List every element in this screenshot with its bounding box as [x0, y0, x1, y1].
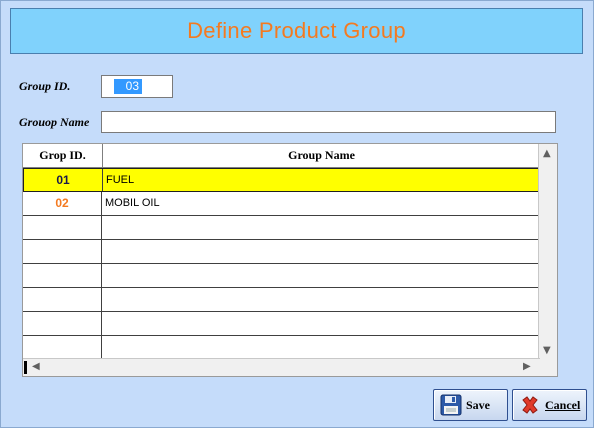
save-button[interactable]: Save: [433, 389, 508, 421]
red-x-icon: [522, 396, 538, 414]
table-row[interactable]: [23, 216, 540, 240]
cell-group-id[interactable]: [23, 264, 102, 287]
column-header-group-id[interactable]: Grop ID.: [23, 144, 103, 167]
scroll-right-icon[interactable]: ▶: [523, 362, 531, 372]
cell-group-name[interactable]: [103, 288, 540, 311]
cancel-button-label: Cancel: [545, 398, 581, 412]
scroll-left-icon[interactable]: ◀: [32, 362, 40, 372]
cell-group-name[interactable]: [103, 336, 540, 359]
title-banner: Define Product Group: [10, 8, 583, 54]
cell-group-name[interactable]: MOBIL OIL: [103, 192, 540, 215]
column-header-group-name[interactable]: Group Name: [103, 144, 540, 167]
cell-group-name[interactable]: [103, 240, 540, 263]
cell-group-id[interactable]: [23, 240, 102, 263]
save-button-label: Save: [466, 398, 490, 412]
table-row[interactable]: [23, 264, 540, 288]
scroll-down-icon[interactable]: ▼: [543, 346, 551, 356]
table-row[interactable]: [23, 336, 540, 360]
group-id-field[interactable]: 03: [101, 75, 173, 98]
horizontal-scrollbar[interactable]: ◀ ▶: [23, 358, 540, 376]
table-row[interactable]: 01 FUEL: [23, 168, 540, 192]
cell-group-id[interactable]: [23, 312, 102, 335]
table-row[interactable]: 02 MOBIL OIL: [23, 192, 540, 216]
cell-group-id[interactable]: [23, 288, 102, 311]
grid-header: Grop ID. Group Name: [23, 144, 540, 168]
cell-group-id[interactable]: [23, 336, 102, 359]
cell-group-name[interactable]: [103, 312, 540, 335]
table-row[interactable]: [23, 240, 540, 264]
cell-group-name[interactable]: FUEL: [104, 169, 539, 191]
floppy-disk-icon: [440, 394, 462, 416]
group-id-label: Group ID.: [19, 79, 71, 93]
scrollbar-edge: [24, 361, 27, 374]
cell-group-id[interactable]: 01: [24, 169, 103, 191]
table-row[interactable]: [23, 288, 540, 312]
group-id-value: 03: [114, 79, 142, 94]
vertical-scrollbar[interactable]: ▲ ▼: [538, 144, 557, 359]
window-title: Define Product Group: [187, 18, 406, 43]
group-name-field[interactable]: [101, 111, 556, 133]
cell-group-id[interactable]: [23, 216, 102, 239]
cancel-button[interactable]: Cancel: [512, 389, 587, 421]
cell-group-name[interactable]: [103, 216, 540, 239]
cell-group-id[interactable]: 02: [23, 192, 102, 215]
cell-group-name[interactable]: [103, 264, 540, 287]
product-group-grid[interactable]: Grop ID. Group Name 01 FUEL 02 MOBIL OIL ▲ …: [22, 143, 558, 377]
scrollbar-corner: [539, 359, 557, 376]
group-name-label: Grouop Name: [19, 115, 90, 129]
scroll-up-icon[interactable]: ▲: [543, 149, 551, 159]
table-row[interactable]: [23, 312, 540, 336]
